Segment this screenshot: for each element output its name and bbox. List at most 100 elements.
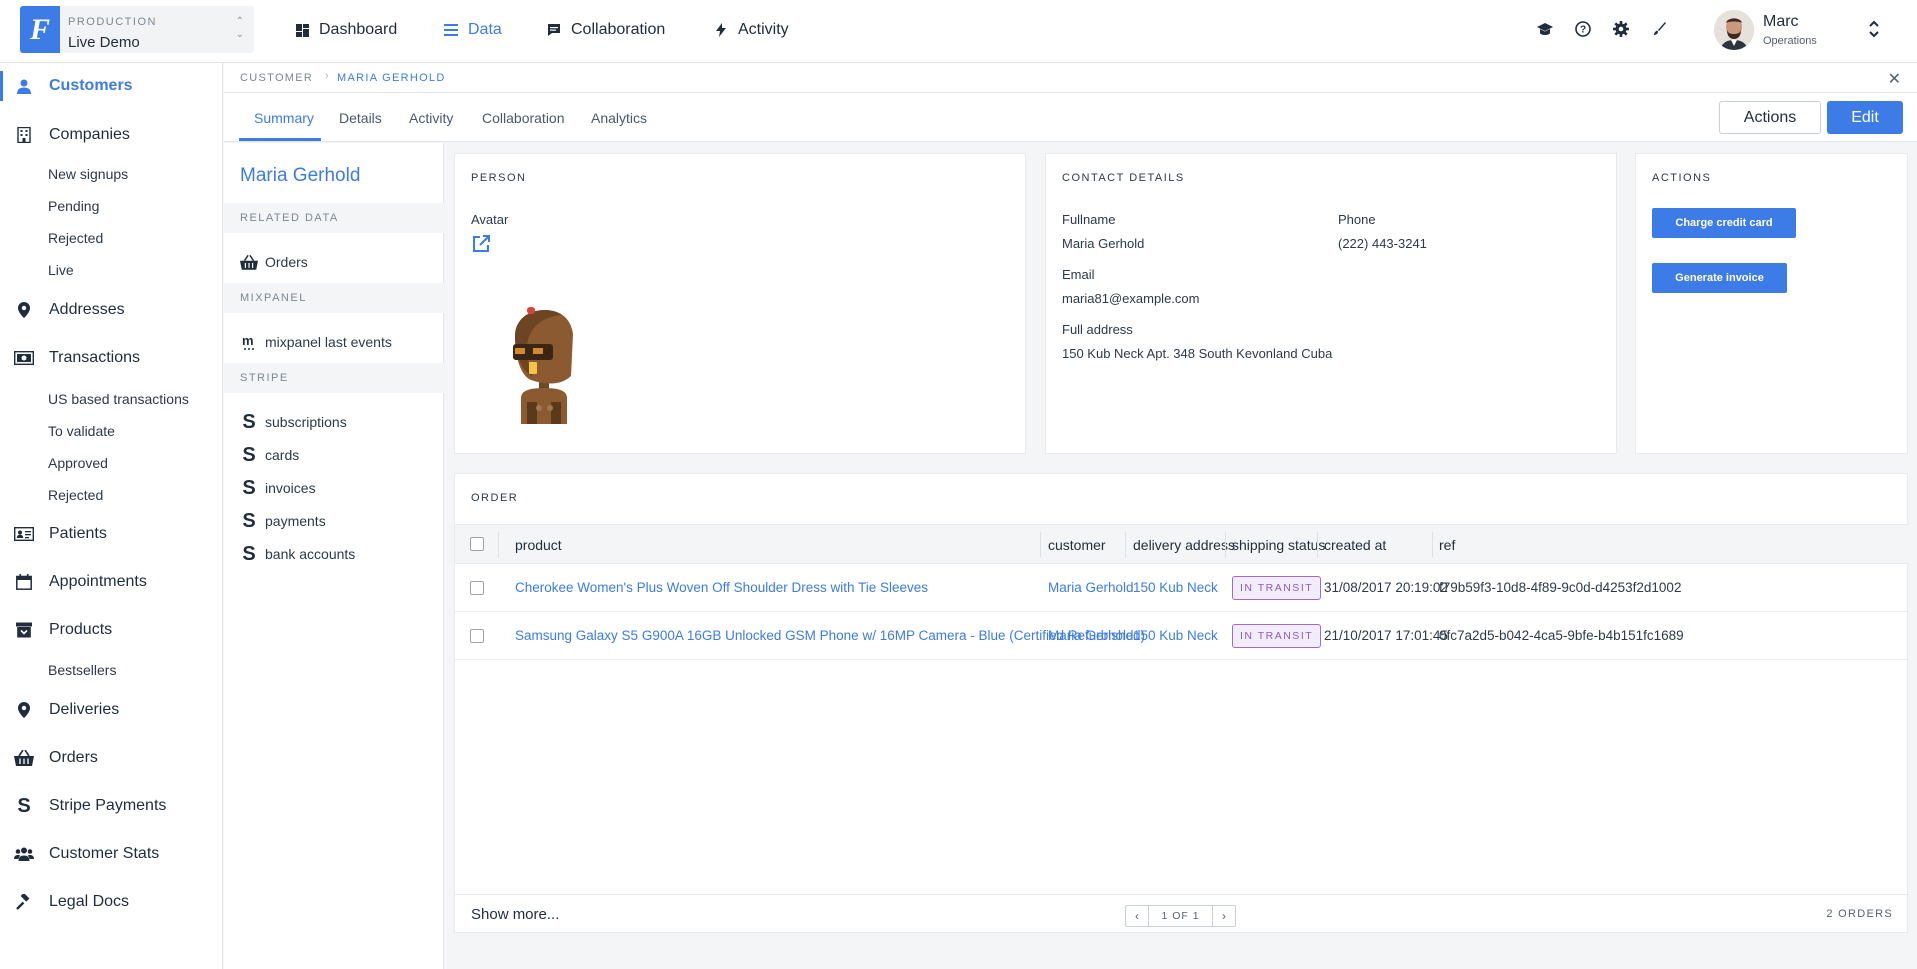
- edit-button[interactable]: Edit: [1827, 101, 1903, 134]
- sidebar-item-stripe-payments[interactable]: S Stripe Payments: [0, 791, 223, 821]
- top-bar: F PRODUCTION Live Demo ⌃ ⌄ Dashboard Data…: [0, 0, 1917, 63]
- related-item-bank-accounts[interactable]: S bank accounts: [240, 543, 356, 565]
- chevron-left-icon[interactable]: ‹: [1126, 906, 1148, 926]
- basket-icon: [14, 748, 34, 768]
- related-item-label: cards: [265, 447, 300, 463]
- brush-icon[interactable]: [1650, 20, 1668, 38]
- table-row[interactable]: Cherokee Women's Plus Woven Off Shoulder…: [455, 564, 1909, 612]
- svg-text:?: ?: [1580, 25, 1586, 36]
- sidebar-subitem-to-validate[interactable]: To validate: [48, 423, 115, 439]
- basket-icon: [240, 253, 258, 271]
- nav-activity[interactable]: Activity: [714, 0, 789, 60]
- sidebar-subitem-approved[interactable]: Approved: [48, 455, 108, 471]
- show-more-link[interactable]: Show more...: [471, 906, 559, 923]
- sidebar-item-orders[interactable]: Orders: [0, 743, 223, 773]
- sidebar-item-addresses[interactable]: Addresses: [0, 295, 223, 325]
- breadcrumb-root[interactable]: CUSTOMER: [240, 72, 313, 84]
- product-link[interactable]: Cherokee Women's Plus Woven Off Shoulder…: [515, 580, 928, 595]
- mixpanel-icon: m: [240, 333, 258, 351]
- table-row[interactable]: Samsung Galaxy S5 G900A 16GB Unlocked GS…: [455, 612, 1909, 660]
- sidebar-item-label: Deliveries: [49, 701, 120, 718]
- row-checkbox[interactable]: [470, 629, 484, 643]
- sidebar-item-label: Orders: [49, 749, 98, 766]
- tab-details[interactable]: Details: [339, 110, 382, 126]
- tab-bar: Summary Details Activity Collaboration A…: [224, 93, 1917, 142]
- charge-credit-card-button[interactable]: Charge credit card: [1652, 208, 1796, 238]
- sidebar-item-legal-docs[interactable]: Legal Docs: [0, 887, 223, 917]
- building-icon: [14, 125, 34, 145]
- tab-activity[interactable]: Activity: [409, 110, 453, 126]
- section-header: STRIPE: [224, 363, 444, 393]
- user-name: Marc: [1763, 13, 1799, 30]
- sidebar-subitem-pending[interactable]: Pending: [48, 198, 99, 214]
- tab-collaboration[interactable]: Collaboration: [482, 110, 565, 126]
- nav-label: Collaboration: [571, 21, 666, 38]
- related-item-payments[interactable]: S payments: [240, 510, 325, 532]
- gavel-icon: [14, 892, 34, 912]
- sidebar-item-customer-stats[interactable]: Customer Stats: [0, 839, 223, 869]
- chevron-right-icon: ›: [325, 70, 329, 82]
- user-avatar[interactable]: [1714, 10, 1754, 50]
- column-header-delivery-address[interactable]: delivery address: [1133, 537, 1235, 553]
- related-item-label: subscriptions: [265, 414, 347, 430]
- column-header-customer[interactable]: customer: [1048, 537, 1106, 553]
- app-logo: F: [20, 6, 60, 53]
- sidebar-subitem-rejected[interactable]: Rejected: [48, 230, 103, 246]
- sidebar-item-customers[interactable]: Customers: [0, 71, 223, 101]
- nav-dashboard[interactable]: Dashboard: [295, 0, 397, 60]
- row-checkbox[interactable]: [470, 581, 484, 595]
- customer-link[interactable]: Maria Gerhold: [1048, 628, 1134, 643]
- sidebar-item-appointments[interactable]: Appointments: [0, 567, 223, 597]
- nav-collaboration[interactable]: Collaboration: [547, 0, 665, 60]
- help-icon[interactable]: ?: [1574, 20, 1592, 38]
- column-header-created-at[interactable]: created at: [1324, 537, 1386, 553]
- field-label: Avatar: [471, 212, 509, 227]
- customer-link[interactable]: Maria Gerhold: [1048, 580, 1134, 595]
- stripe-icon: S: [242, 443, 256, 466]
- column-header-product[interactable]: product: [515, 537, 562, 553]
- sidebar-item-companies[interactable]: Companies: [0, 120, 223, 150]
- field-label: Phone: [1338, 212, 1376, 227]
- sidebar-subitem-live[interactable]: Live: [48, 262, 74, 278]
- delivery-address-link[interactable]: 150 Kub Neck: [1133, 628, 1218, 643]
- external-link-icon[interactable]: [471, 234, 491, 254]
- sidebar-item-deliveries[interactable]: Deliveries: [0, 695, 223, 725]
- sidebar-subitem-us-based[interactable]: US based transactions: [48, 391, 189, 407]
- card-title: PERSON: [471, 172, 527, 184]
- sidebar-subitem-rejected[interactable]: Rejected: [48, 487, 103, 503]
- breadcrumb-current[interactable]: MARIA GERHOLD: [337, 72, 446, 84]
- sidebar-subitem-bestsellers[interactable]: Bestsellers: [48, 662, 116, 678]
- sidebar-item-transactions[interactable]: Transactions: [0, 343, 223, 373]
- sidebar-subitem-new-signups[interactable]: New signups: [48, 166, 128, 182]
- close-icon[interactable]: ✕: [1888, 69, 1901, 89]
- sidebar-item-products[interactable]: Products: [0, 615, 223, 645]
- sidebar-item-label: Companies: [49, 126, 130, 143]
- tab-analytics[interactable]: Analytics: [591, 110, 647, 126]
- related-item-label: Orders: [265, 254, 308, 270]
- delivery-address-link[interactable]: 150 Kub Neck: [1133, 580, 1218, 595]
- chevron-updown-icon[interactable]: [1867, 18, 1881, 43]
- related-item-invoices[interactable]: S invoices: [240, 477, 315, 499]
- related-item-subscriptions[interactable]: S subscriptions: [240, 411, 347, 433]
- column-header-shipping-status[interactable]: shipping status: [1232, 537, 1325, 553]
- main-content: CUSTOMER › MARIA GERHOLD ✕ Summary Detai…: [224, 63, 1917, 969]
- column-header-ref[interactable]: ref: [1439, 537, 1455, 553]
- sidebar-item-patients[interactable]: Patients: [0, 519, 223, 549]
- environment-switcher[interactable]: F PRODUCTION Live Demo ⌃ ⌄: [20, 6, 254, 53]
- graduation-cap-icon[interactable]: [1536, 20, 1554, 38]
- gear-icon[interactable]: [1612, 20, 1630, 38]
- chevron-right-icon[interactable]: ›: [1213, 906, 1235, 926]
- nav-data[interactable]: Data: [444, 0, 502, 60]
- tab-summary[interactable]: Summary: [254, 110, 314, 126]
- table-footer: Show more... ‹ 1 OF 1 › 2 ORDERS: [455, 894, 1909, 934]
- field-label: Fullname: [1062, 212, 1116, 227]
- pagination: ‹ 1 OF 1 ›: [1125, 905, 1236, 927]
- related-item-label: bank accounts: [265, 546, 356, 562]
- related-item-orders[interactable]: Orders: [240, 253, 308, 271]
- related-item-mixpanel[interactable]: m mixpanel last events: [240, 333, 392, 351]
- ref-value: f79b59f3-10d8-4f89-9c0d-d4253f2d1002: [1439, 580, 1682, 595]
- generate-invoice-button[interactable]: Generate invoice: [1652, 263, 1787, 293]
- actions-button[interactable]: Actions: [1719, 101, 1821, 134]
- related-item-cards[interactable]: S cards: [240, 443, 300, 466]
- select-all-checkbox[interactable]: [470, 537, 484, 551]
